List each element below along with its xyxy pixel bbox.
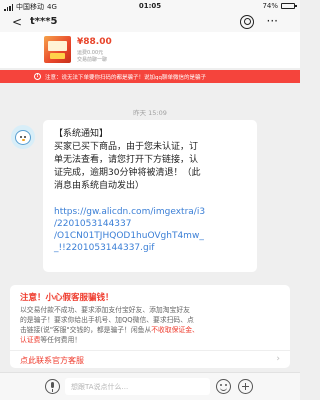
scam-notice-card: 注意！小心假客服骗钱！ 以交易付款不成功、要求添加支付宝好友、添加淘宝好友 的是… xyxy=(10,285,290,358)
notice-title: 注意！小心假客服骗钱！ xyxy=(20,293,114,303)
more-options-icon[interactable]: ··· xyxy=(267,14,278,28)
bot-eye-right xyxy=(24,136,26,138)
contact-support-row[interactable]: 点此联系官方客服 › xyxy=(10,350,290,368)
phishing-link[interactable]: https://gw.alicdn.com/imgextra/i3 /22010… xyxy=(54,206,247,254)
system-bot-avatar[interactable] xyxy=(11,125,35,149)
product-shipping: 运费0.00元 xyxy=(77,50,104,56)
emoji-icon[interactable] xyxy=(216,379,231,394)
bot-face-icon xyxy=(15,130,31,145)
status-right: 74% xyxy=(262,2,297,10)
message-timestamp: 昨天 15:09 xyxy=(133,109,167,117)
bot-eye-left xyxy=(20,136,22,138)
back-button[interactable]: < xyxy=(12,15,22,29)
scam-warning-banner: ! 注意：说无法下单要你扫码的都是骗子！说加qq聊单微信的是骗子 xyxy=(0,70,300,83)
profile-icon[interactable] xyxy=(240,15,254,29)
notice-body-part2: 等任何费用！ xyxy=(40,336,82,344)
message-input[interactable] xyxy=(65,378,210,395)
status-bar: 中国移动 4G 01:05 74% xyxy=(0,0,300,12)
system-notice-message: 【系统通知】 买家已买下商品，由于您未认证，订 单无法查看，请您打开下方链接，认… xyxy=(54,129,201,191)
product-price: ¥88.00 xyxy=(77,37,112,47)
contact-support-link[interactable]: 点此联系官方客服 xyxy=(20,355,84,366)
warning-icon: ! xyxy=(34,73,41,80)
voice-input-icon[interactable] xyxy=(45,379,60,394)
input-bar xyxy=(0,372,300,400)
add-attachment-icon[interactable] xyxy=(238,379,253,394)
product-note: 交易前聊一聊 xyxy=(77,57,108,63)
battery-percent: 74% xyxy=(262,2,278,10)
chat-title: t***5 xyxy=(30,16,58,27)
bot-beak xyxy=(21,139,25,141)
product-card[interactable]: ¥88.00 运费0.00元 交易前聊一聊 xyxy=(0,32,300,68)
clock: 01:05 xyxy=(138,2,162,10)
message-bubble: 【系统通知】 买家已买下商品，由于您未认证，订 单无法查看，请您打开下方链接，认… xyxy=(43,120,257,272)
chevron-right-icon: › xyxy=(276,354,280,364)
warning-text: 注意：说无法下单要你扫码的都是骗子！说加qq聊单微信的是骗子 xyxy=(45,74,206,81)
notice-body: 以交易付款不成功、要求添加支付宝好友、添加淘宝好友 的是骗子！要求你给出手机号、… xyxy=(20,305,280,345)
battery-icon xyxy=(281,3,297,9)
product-thumbnail xyxy=(44,36,71,63)
chat-header: < t***5 ··· xyxy=(0,12,300,32)
